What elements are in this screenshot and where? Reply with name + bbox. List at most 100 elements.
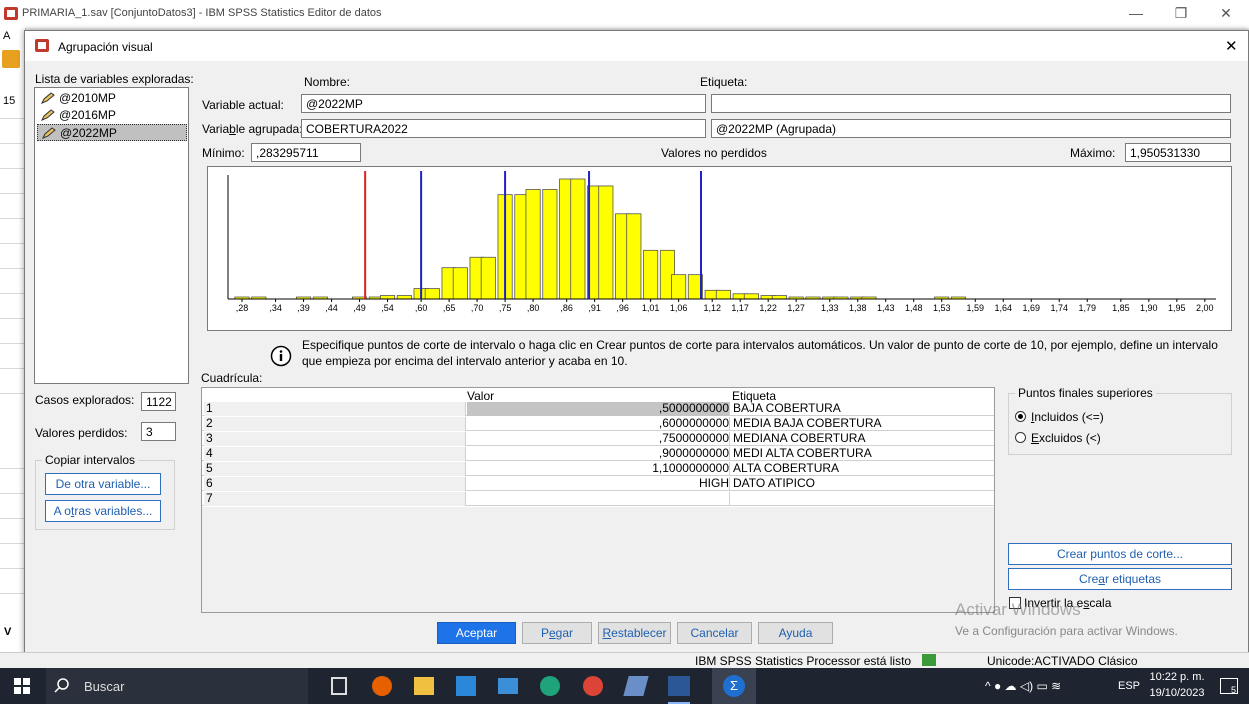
histogram-bar: [771, 295, 787, 300]
x-tick-label: 1,33: [821, 303, 839, 313]
included-radio[interactable]: [1015, 411, 1026, 422]
histogram-bar: [525, 189, 541, 300]
histogram-bar: [452, 267, 468, 300]
grid-row[interactable]: 4,9000000000 MEDI ALTA COBERTURA: [202, 447, 994, 461]
window-title: PRIMARIA_1.sav [ConjuntoDatos3] - IBM SP…: [22, 7, 382, 19]
taskbar-search-box[interactable]: Buscar: [46, 668, 308, 704]
grid-row[interactable]: 2,6000000000 MEDIA BAJA COBERTURA: [202, 417, 994, 431]
grid-label-cell[interactable]: BAJA COBERTURA: [732, 402, 995, 416]
x-tick-label: 1,53: [933, 303, 951, 313]
clock-date[interactable]: 19/10/2023: [1146, 687, 1208, 699]
max-label: Máximo:: [1070, 146, 1116, 160]
x-tick-label: 1,27: [787, 303, 805, 313]
grid-row[interactable]: 3,7500000000 MEDIANA COBERTURA: [202, 432, 994, 446]
x-tick-label: ,28: [236, 303, 249, 313]
variable-item-2022[interactable]: @2022MP: [37, 124, 187, 141]
var-list-label: Lista de variables exploradas:: [35, 72, 194, 86]
make-labels-button[interactable]: Crear etiquetas: [1008, 568, 1232, 590]
mail-icon[interactable]: [498, 678, 518, 694]
grid-value-cell[interactable]: [467, 492, 730, 506]
x-tick-label: 1,90: [1140, 303, 1158, 313]
spss-taskbar-item[interactable]: Σ: [712, 668, 756, 704]
app-icon[interactable]: [623, 676, 649, 696]
grid-value-cell[interactable]: 1,1000000000: [467, 462, 730, 476]
ok-button[interactable]: Aceptar: [437, 622, 516, 644]
grid-value-cell[interactable]: ,6000000000: [467, 417, 730, 431]
grid-row[interactable]: 6 HIGH DATO ATIPICO: [202, 477, 994, 491]
min-value: ,283295711: [251, 143, 361, 162]
excluded-radio[interactable]: [1015, 432, 1026, 443]
grid-value-cell[interactable]: ,5000000000: [467, 402, 730, 416]
histogram-bar: [396, 295, 412, 300]
word-icon[interactable]: [668, 676, 690, 696]
x-tick-label: 1,01: [642, 303, 660, 313]
restore-button[interactable]: ❐: [1158, 2, 1204, 26]
grid-value-cell[interactable]: ,9000000000: [467, 447, 730, 461]
grid-label-cell[interactable]: MEDIA BAJA COBERTURA: [732, 417, 995, 431]
paste-button[interactable]: Pegar: [522, 622, 592, 644]
variable-item-2016[interactable]: @2016MP: [37, 107, 187, 124]
variable-name: @2016MP: [59, 108, 116, 122]
chrome-icon[interactable]: [583, 676, 603, 696]
file-explorer-icon[interactable]: [414, 677, 434, 695]
variable-name: @2010MP: [59, 91, 116, 105]
grid-value-cell[interactable]: HIGH: [467, 477, 730, 491]
grid-value-cell[interactable]: ,7500000000: [467, 432, 730, 446]
grid-row-number: 1: [204, 402, 466, 416]
windows-start-icon[interactable]: [14, 678, 30, 694]
variable-list[interactable]: @2010MP @2016MP @2022MP: [34, 87, 189, 384]
data-editor-background: A 15 V: [0, 28, 26, 654]
edge-icon[interactable]: [540, 676, 560, 696]
x-tick-label: 1,22: [759, 303, 777, 313]
clock-time[interactable]: 10:22 p. m.: [1146, 671, 1208, 683]
store-icon[interactable]: [456, 676, 476, 696]
language-indicator[interactable]: ESP: [1118, 680, 1140, 692]
dialog-title-bar: Agrupación visual ✕: [25, 31, 1248, 61]
from-other-variable-button[interactable]: De otra variable...: [45, 473, 161, 495]
task-view-icon[interactable]: [331, 677, 347, 695]
firefox-icon[interactable]: [372, 676, 392, 696]
missing-value: 3: [141, 422, 176, 441]
variable-item-2010[interactable]: @2010MP: [37, 90, 187, 107]
help-button[interactable]: Ayuda: [758, 622, 833, 644]
histogram-chart[interactable]: ,28 ,34 ,39 ,44 ,49 ,54 ,60 ,65 ,70 ,75 ,80 ,86 ,91,…: [208, 167, 1231, 330]
dialog-close-button[interactable]: ✕: [1225, 37, 1238, 55]
grid-row[interactable]: 1,5000000000 BAJA COBERTURA: [202, 402, 994, 416]
visual-binning-dialog: Agrupación visual ✕ Lista de variables e…: [24, 30, 1249, 656]
histogram-bar: [542, 189, 558, 300]
grid-row-number: 5: [204, 462, 466, 476]
grid-body[interactable]: 1,5000000000 BAJA COBERTURA 2,6000000000 ME…: [202, 402, 994, 507]
grid-label-cell[interactable]: ALTA COBERTURA: [732, 462, 995, 476]
reset-button[interactable]: Restablecer: [598, 622, 671, 644]
bg-letter-a: A: [3, 30, 11, 42]
cancel-button[interactable]: Cancelar: [677, 622, 752, 644]
notification-icon[interactable]: 5: [1220, 678, 1238, 695]
grid-label-cell[interactable]: DATO ATIPICO: [732, 477, 995, 491]
binned-var-name-input[interactable]: COBERTURA2022: [301, 119, 706, 138]
grid-row[interactable]: 7: [202, 492, 994, 506]
make-cutpoints-button[interactable]: Crear puntos de corte...: [1008, 543, 1232, 565]
tray-icons[interactable]: ^ ● ☁ ◁) ▭ ≋: [985, 679, 1061, 693]
grid-label-cell[interactable]: [732, 492, 995, 506]
copy-intervals-legend: Copiar intervalos: [42, 453, 139, 467]
histogram-bar: [671, 274, 687, 300]
grid-label-cell[interactable]: MEDI ALTA COBERTURA: [732, 447, 995, 461]
scale-variable-icon: [41, 109, 55, 121]
binned-var-label-input[interactable]: @2022MP (Agrupada): [711, 119, 1231, 138]
minimize-button[interactable]: —: [1113, 2, 1159, 26]
cutpoint-grid[interactable]: Valor Etiqueta 1,5000000000 BAJA COBERTUR…: [201, 387, 995, 613]
included-label[interactable]: Incluidos (<=): [1031, 410, 1104, 424]
grid-row[interactable]: 5 1,1000000000 ALTA COBERTURA: [202, 462, 994, 476]
histogram-panel[interactable]: ,28 ,34 ,39 ,44 ,49 ,54 ,60 ,65 ,70 ,75 ,80 ,86 ,91,…: [207, 166, 1232, 331]
excluded-label[interactable]: Excluidos (<): [1031, 431, 1101, 445]
grid-label-cell[interactable]: MEDIANA COBERTURA: [732, 432, 995, 446]
upper-endpoints-group: Puntos finales superiores: [1008, 386, 1232, 455]
x-tick-label: 1,85: [1112, 303, 1130, 313]
activate-windows-watermark: Activar Windows: [955, 600, 1081, 619]
x-tick-label: 1,38: [849, 303, 867, 313]
current-var-field: @2022MP: [301, 94, 706, 113]
window-close-button[interactable]: ✕: [1203, 2, 1249, 26]
x-tick-label: 1,69: [1023, 303, 1041, 313]
grid-row-number: 4: [204, 447, 466, 461]
to-other-variables-button[interactable]: A otras variables...: [45, 500, 161, 522]
